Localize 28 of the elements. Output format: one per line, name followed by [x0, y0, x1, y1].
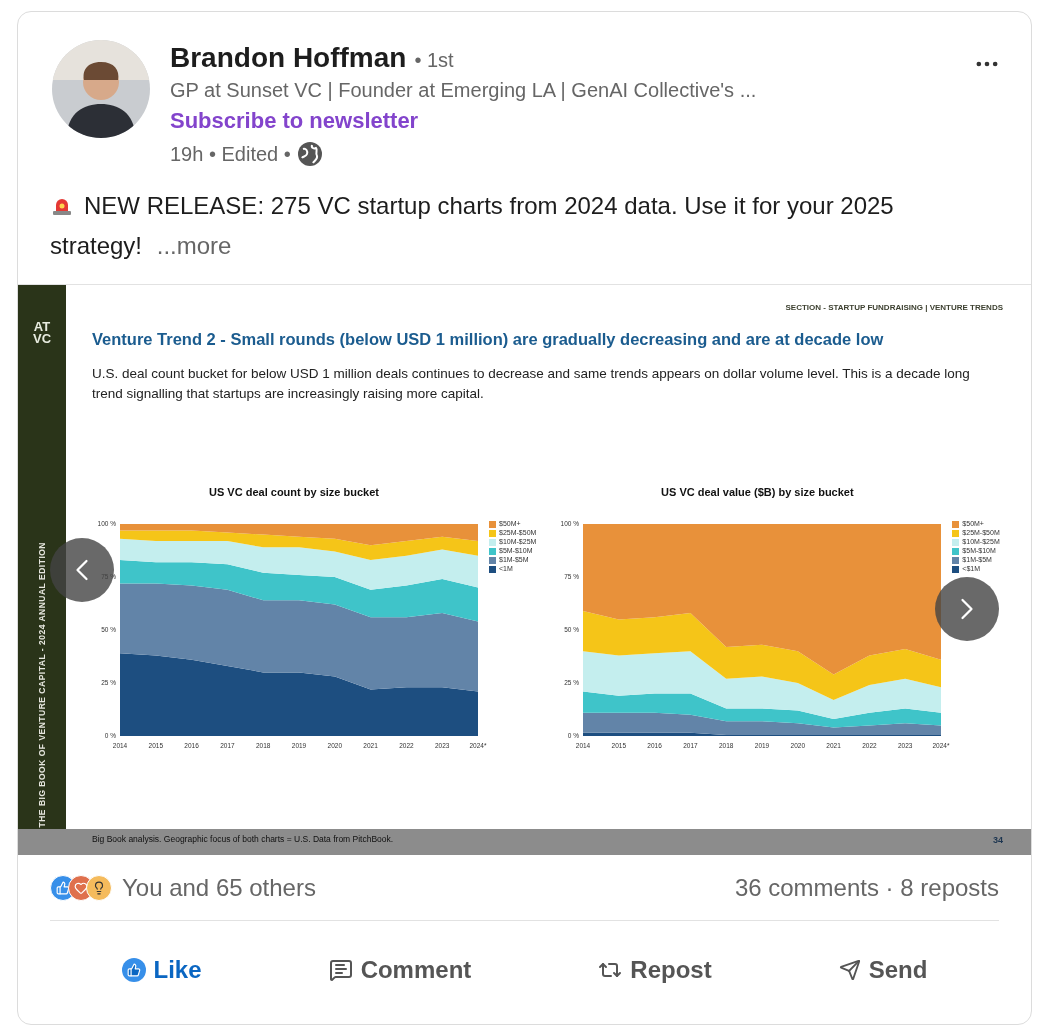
chart-title: US VC deal value ($B) by size bucket: [660, 484, 855, 500]
see-more-link[interactable]: ...more: [156, 232, 232, 259]
like-icon: [121, 958, 146, 982]
comment-button[interactable]: Comment: [318, 944, 482, 996]
post-time: 19h • Edited •: [170, 142, 291, 167]
section-label: SECTION - STARTUP FUNDRAISING | VENTURE TRENDS: [785, 302, 1003, 314]
connection-degree: • 1st: [414, 48, 454, 73]
slide-footnote: Big Book analysis. Geographic focus of both charts = U.S. Data from PitchBook.: [92, 833, 394, 847]
like-button[interactable]: Like: [111, 944, 212, 996]
subscribe-link[interactable]: Subscribe to newsletter: [170, 104, 419, 138]
comments-reposts-count[interactable]: 36 comments · 8 reposts: [734, 869, 999, 906]
slide-description: U.S. deal count bucket for below USD 1 million deals continues to decrease and same trends appears on dollar volume level. This is a decade long trend signalling that startups are increasingly raising more capital.: [92, 364, 971, 403]
globe-icon: [296, 141, 323, 167]
send-button[interactable]: Send: [828, 944, 938, 996]
edition-label: THE BIG BOOK OF VENTURE CAPITAL - 2024 ANNUAL EDITION: [35, 541, 48, 828]
send-icon: [838, 959, 861, 981]
logo-text: AT: [33, 321, 51, 333]
lightbulb-reaction-icon: [86, 874, 112, 901]
reactions-count[interactable]: You and 65 others: [122, 869, 316, 906]
post-text: NEW RELEASE: 275 VC startup charts from 2024 data. Use it for your 2025 strategy! ...more: [49, 191, 895, 261]
logo-text: VC: [32, 333, 52, 345]
slide-title: Venture Trend 2 - Small rounds (below USD 1 million) are gradually decreasing and are at decade low: [92, 329, 885, 350]
repost-button[interactable]: Repost: [588, 944, 722, 996]
chart-title: US VC deal count by size bucket: [208, 484, 380, 500]
page-number: 34: [993, 834, 1003, 848]
author-name[interactable]: Brandon Hoffman: [170, 40, 407, 76]
comment-icon: [328, 958, 353, 982]
author-headline: GP at Sunset VC | Founder at Emerging LA | GenAI Collective's ...: [170, 78, 758, 103]
